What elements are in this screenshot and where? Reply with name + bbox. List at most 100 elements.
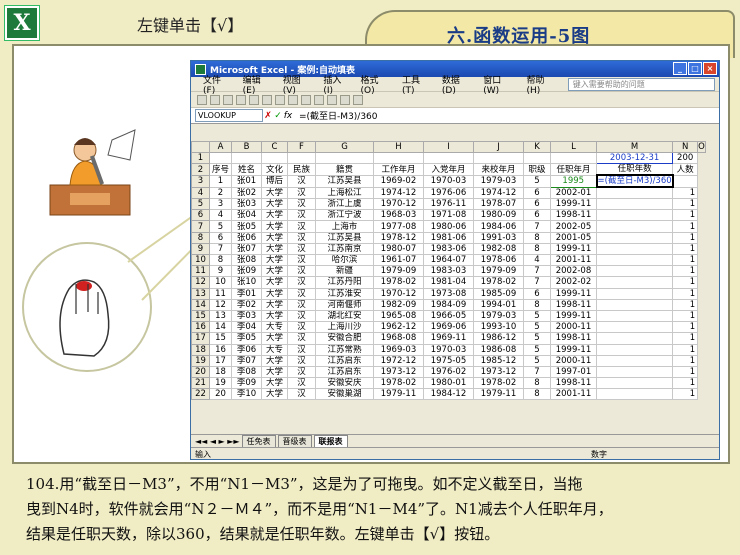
name-box[interactable]: VLOOKUP (195, 109, 263, 122)
cell[interactable] (595, 198, 674, 211)
open-icon[interactable] (210, 94, 220, 105)
cell[interactable]: 1980-09 (473, 209, 524, 222)
row-header[interactable]: 10 (191, 253, 210, 267)
row-header[interactable]: 14 (191, 298, 210, 311)
cell[interactable]: 1993-10 (473, 321, 524, 334)
cell[interactable]: 上海市 (315, 220, 374, 233)
cell[interactable] (595, 309, 674, 323)
cell[interactable]: 5 (523, 343, 551, 356)
cell[interactable]: 安徽安庆 (315, 377, 374, 390)
cell[interactable]: 1978-02 (373, 276, 424, 289)
cell[interactable]: 大学 (261, 242, 288, 256)
cell[interactable]: 大学 (261, 253, 288, 267)
cell[interactable]: 1973-12 (373, 365, 424, 379)
cell[interactable]: 7 (523, 365, 551, 379)
cell[interactable]: 7 (523, 265, 551, 278)
cell[interactable]: 汉 (287, 231, 316, 244)
cell[interactable]: 1979-11 (373, 388, 424, 401)
select-all-corner[interactable] (191, 140, 210, 154)
cell[interactable]: 工作年月 (373, 163, 424, 176)
cell[interactable]: 汉 (287, 321, 316, 334)
cell[interactable]: 1 (672, 253, 699, 267)
cell[interactable]: 6 (523, 186, 551, 200)
cell[interactable]: 1966-05 (423, 309, 474, 323)
cell[interactable] (595, 231, 674, 244)
cell[interactable]: 4 (523, 253, 551, 267)
cell[interactable]: 1984-09 (423, 298, 474, 311)
cell[interactable]: 李02 (231, 298, 262, 311)
cell[interactable]: 1 (672, 377, 699, 390)
cell[interactable]: 1986-12 (473, 332, 524, 345)
cell[interactable] (595, 343, 674, 356)
cell[interactable]: 1980-01 (423, 377, 474, 390)
cell[interactable] (287, 152, 316, 165)
cell[interactable]: 安徽合肥 (315, 332, 374, 345)
cell[interactable]: 大学 (261, 186, 288, 200)
row-header[interactable]: 12 (191, 276, 210, 289)
column-header[interactable]: M (595, 140, 674, 154)
formula-input[interactable]: =(截至日-M3)/360 (299, 109, 378, 122)
column-header[interactable]: H (373, 140, 424, 154)
cell[interactable]: 博后 (261, 174, 288, 188)
cell[interactable]: 任职年数 (595, 163, 674, 176)
cell[interactable] (595, 321, 674, 334)
cell[interactable]: 1982-08 (473, 242, 524, 256)
cell[interactable]: 张09 (231, 265, 262, 278)
cell[interactable]: 8 (523, 231, 551, 244)
cell[interactable]: 1974-12 (473, 186, 524, 200)
cell[interactable] (595, 276, 674, 289)
cut-icon[interactable] (262, 94, 272, 105)
cell[interactable]: 汉 (287, 265, 316, 278)
cell[interactable]: 1998-11 (550, 298, 597, 311)
cell[interactable]: 1962-12 (373, 321, 424, 334)
cell[interactable]: 2003-12-31 (595, 152, 674, 165)
cell[interactable]: 上海松江 (315, 186, 374, 200)
cell[interactable]: 哈尔滨 (315, 253, 374, 267)
cell[interactable]: 汉 (287, 388, 316, 401)
column-header[interactable]: I (423, 140, 474, 154)
cell[interactable]: 入党年月 (423, 163, 474, 176)
cell[interactable]: 1 (672, 298, 699, 311)
cell[interactable]: 江苏启东 (315, 354, 374, 367)
cell[interactable]: 汉 (287, 198, 316, 211)
cell[interactable]: 李07 (231, 354, 262, 367)
column-header[interactable]: O (697, 140, 706, 154)
cell[interactable]: 汉 (287, 332, 316, 345)
cell[interactable]: 1964-07 (423, 253, 474, 267)
cell[interactable]: 1983-06 (423, 242, 474, 256)
cell[interactable]: 8 (523, 298, 551, 311)
cell[interactable]: 张07 (231, 242, 262, 256)
cell[interactable]: 1968-08 (373, 332, 424, 345)
cell[interactable]: 1999-11 (550, 287, 597, 300)
help-search-input[interactable]: 键入需要帮助的问题 (567, 77, 715, 91)
cell[interactable] (595, 253, 674, 267)
cell[interactable]: 1 (672, 276, 699, 289)
menu-edit[interactable]: 编辑(E) (243, 73, 273, 96)
cell[interactable]: 李04 (231, 321, 262, 334)
menu-format[interactable]: 格式(O) (360, 73, 391, 96)
cell[interactable]: 1976-11 (423, 198, 474, 211)
cell[interactable]: 1984-12 (423, 388, 474, 401)
row-header[interactable]: 5 (191, 198, 210, 211)
cell[interactable]: 1972-12 (373, 354, 424, 367)
cell[interactable]: 1999-11 (550, 343, 597, 356)
cell[interactable]: 5 (523, 309, 551, 323)
column-header[interactable]: L (550, 140, 597, 154)
cell[interactable]: 1977-08 (373, 220, 424, 233)
cell[interactable]: 大学 (261, 354, 288, 367)
cell[interactable]: 2001-11 (550, 253, 597, 267)
column-header[interactable]: N (672, 140, 699, 154)
cell[interactable] (473, 152, 524, 165)
cell[interactable]: 汉 (287, 365, 316, 379)
cell[interactable]: 1991-03 (473, 231, 524, 244)
cell[interactable]: 6 (523, 209, 551, 222)
cell[interactable]: 1979-09 (473, 265, 524, 278)
cell[interactable]: 汉 (287, 343, 316, 356)
cell[interactable]: 1970-12 (373, 287, 424, 300)
cell[interactable]: 李05 (231, 332, 262, 345)
cell[interactable]: 1985-09 (473, 287, 524, 300)
cell[interactable]: 文化 (261, 163, 288, 176)
column-header[interactable]: G (315, 140, 374, 154)
paste-icon[interactable] (288, 94, 298, 105)
cell[interactable]: 2002-05 (550, 220, 597, 233)
